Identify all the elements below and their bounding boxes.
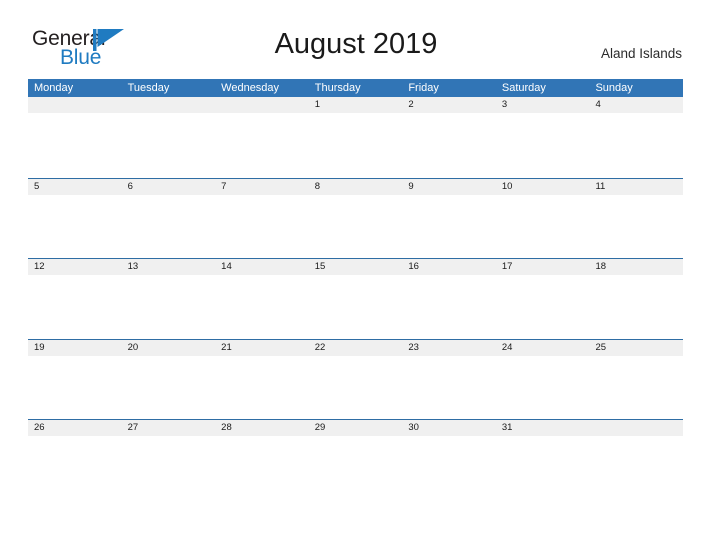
day-cell[interactable] xyxy=(28,275,122,339)
week-date-band: 19 20 21 22 23 24 25 xyxy=(28,338,683,356)
week-row: 12 13 14 15 16 17 18 xyxy=(28,258,683,339)
week-row: 1 2 3 4 xyxy=(28,97,683,178)
day-number[interactable]: 28 xyxy=(215,420,309,436)
day-number[interactable]: 24 xyxy=(496,340,590,356)
day-number[interactable] xyxy=(215,97,309,113)
week-body xyxy=(28,113,683,177)
day-cell[interactable] xyxy=(589,436,683,500)
day-number[interactable]: 3 xyxy=(496,97,590,113)
week-row: 19 20 21 22 23 24 25 xyxy=(28,338,683,420)
day-cell[interactable] xyxy=(402,195,496,259)
day-number[interactable]: 29 xyxy=(309,420,403,436)
page-header: General Blue August 2019 Aland Islands xyxy=(0,0,712,69)
day-cell[interactable] xyxy=(309,436,403,500)
week-date-band: 5 6 7 8 9 10 11 xyxy=(28,177,683,195)
day-cell[interactable] xyxy=(496,356,590,420)
day-number[interactable]: 16 xyxy=(402,259,496,275)
day-cell[interactable] xyxy=(122,275,216,339)
day-number[interactable]: 1 xyxy=(309,97,403,113)
day-cell[interactable] xyxy=(589,356,683,420)
day-number[interactable]: 27 xyxy=(122,420,216,436)
day-number[interactable]: 12 xyxy=(28,259,122,275)
day-number[interactable]: 19 xyxy=(28,340,122,356)
weekday-friday: Friday xyxy=(408,82,439,94)
weekday-tuesday: Tuesday xyxy=(127,82,170,94)
day-number[interactable]: 8 xyxy=(309,179,403,195)
day-cell[interactable] xyxy=(215,113,309,177)
day-cell[interactable] xyxy=(28,436,122,500)
day-cell[interactable] xyxy=(402,356,496,420)
week-body xyxy=(28,275,683,339)
day-cell[interactable] xyxy=(496,113,590,177)
day-cell[interactable] xyxy=(589,275,683,339)
day-cell[interactable] xyxy=(122,113,216,177)
day-cell[interactable] xyxy=(589,195,683,259)
week-body xyxy=(28,194,683,259)
calendar-table: Monday Tuesday Wednesday Thursday Friday… xyxy=(28,79,683,500)
day-number[interactable]: 30 xyxy=(402,420,496,436)
day-number[interactable]: 20 xyxy=(122,340,216,356)
day-cell[interactable] xyxy=(215,275,309,339)
week-row: 5 6 7 8 9 10 11 xyxy=(28,177,683,259)
day-cell[interactable] xyxy=(589,113,683,177)
day-number[interactable]: 2 xyxy=(402,97,496,113)
day-cell[interactable] xyxy=(309,275,403,339)
week-date-band: 1 2 3 4 xyxy=(28,97,683,113)
day-number[interactable]: 31 xyxy=(496,420,590,436)
day-cell[interactable] xyxy=(122,195,216,259)
weekday-wednesday: Wednesday xyxy=(221,82,280,94)
day-number[interactable]: 21 xyxy=(215,340,309,356)
location-label: Aland Islands xyxy=(600,46,682,61)
day-cell[interactable] xyxy=(28,356,122,420)
day-number[interactable]: 5 xyxy=(28,179,122,195)
day-cell[interactable] xyxy=(122,436,216,500)
day-number[interactable]: 10 xyxy=(496,179,590,195)
day-number[interactable]: 4 xyxy=(589,97,683,113)
day-number[interactable] xyxy=(28,97,122,113)
day-number[interactable]: 11 xyxy=(589,179,683,195)
week-date-band: 12 13 14 15 16 17 18 xyxy=(28,258,683,275)
day-number[interactable]: 25 xyxy=(589,340,683,356)
weekday-saturday: Saturday xyxy=(501,82,546,94)
weekday-monday: Monday xyxy=(34,82,74,94)
weekday-header-row: Monday Tuesday Wednesday Thursday Friday… xyxy=(28,79,683,97)
day-number[interactable]: 15 xyxy=(309,259,403,275)
day-cell[interactable] xyxy=(28,113,122,177)
week-body xyxy=(28,436,683,500)
day-cell[interactable] xyxy=(496,436,590,500)
day-number[interactable]: 6 xyxy=(122,179,216,195)
day-number[interactable] xyxy=(122,97,216,113)
day-number[interactable]: 18 xyxy=(589,259,683,275)
day-cell[interactable] xyxy=(496,275,590,339)
weekday-thursday: Thursday xyxy=(314,82,361,94)
weekday-sunday: Sunday xyxy=(595,82,633,94)
day-number[interactable]: 13 xyxy=(122,259,216,275)
week-date-band: 26 27 28 29 30 31 xyxy=(28,419,683,436)
day-cell[interactable] xyxy=(309,356,403,420)
day-number[interactable]: 14 xyxy=(215,259,309,275)
day-number[interactable]: 7 xyxy=(215,179,309,195)
week-body xyxy=(28,355,683,420)
day-number[interactable] xyxy=(589,420,683,436)
day-number[interactable]: 23 xyxy=(402,340,496,356)
day-cell[interactable] xyxy=(309,195,403,259)
day-cell[interactable] xyxy=(402,113,496,177)
day-cell[interactable] xyxy=(28,195,122,259)
day-cell[interactable] xyxy=(122,356,216,420)
day-number[interactable]: 9 xyxy=(402,179,496,195)
day-cell[interactable] xyxy=(402,436,496,500)
day-number[interactable]: 17 xyxy=(496,259,590,275)
week-row: 26 27 28 29 30 31 xyxy=(28,419,683,500)
day-cell[interactable] xyxy=(496,195,590,259)
day-cell[interactable] xyxy=(215,436,309,500)
day-cell[interactable] xyxy=(402,275,496,339)
day-cell[interactable] xyxy=(309,113,403,177)
day-cell[interactable] xyxy=(215,195,309,259)
day-number[interactable]: 22 xyxy=(309,340,403,356)
day-number[interactable]: 26 xyxy=(28,420,122,436)
day-cell[interactable] xyxy=(215,356,309,420)
